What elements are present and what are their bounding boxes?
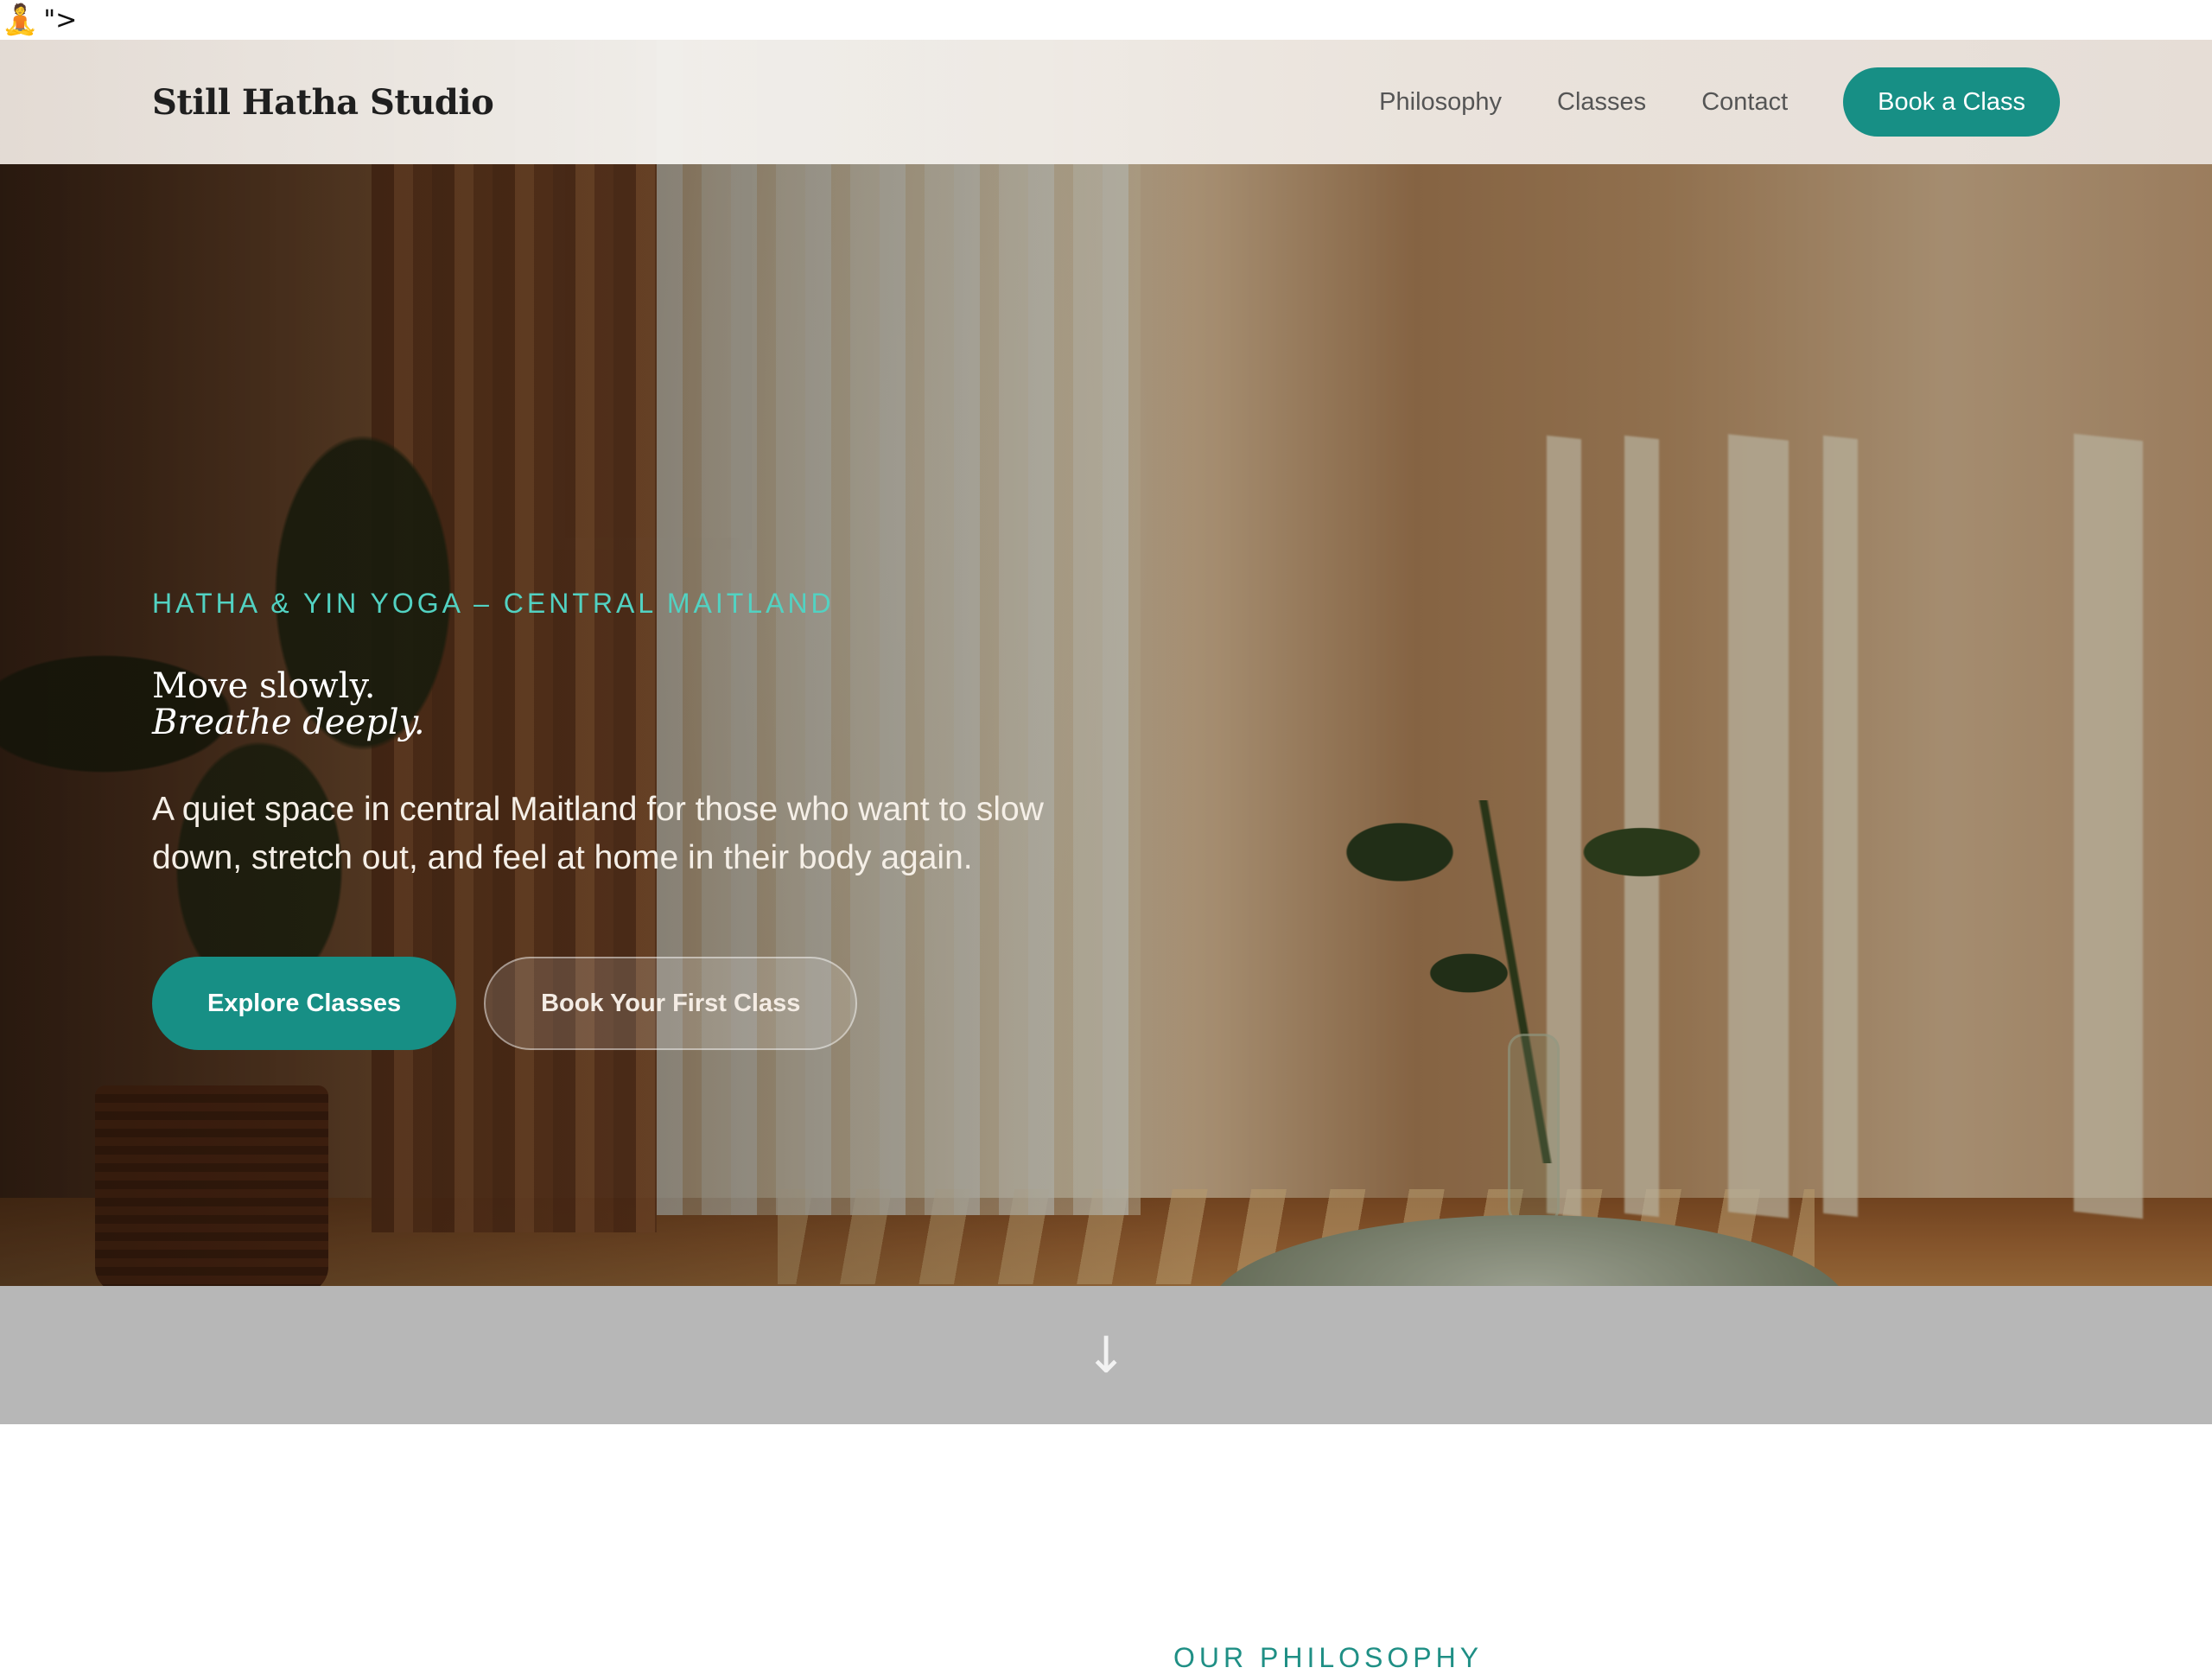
hero-title-line-1: Move slowly. xyxy=(152,666,376,706)
section-label-philosophy: Our Philosophy xyxy=(1173,1642,1484,1673)
nav-link-philosophy[interactable]: Philosophy xyxy=(1379,88,1502,117)
hero-lead: A quiet space in central Maitland for th… xyxy=(152,791,1044,876)
meditation-icon: 🧘 xyxy=(2,3,39,37)
stray-fragment: "> xyxy=(43,4,78,35)
book-first-class-button[interactable]: Book Your First Class xyxy=(484,957,858,1050)
scroll-indicator-band: ↓ xyxy=(0,1286,2212,1424)
hero-title: Move slowly. Breathe deeply. xyxy=(152,668,1068,741)
arrow-down-icon[interactable]: ↓ xyxy=(1085,1330,1128,1380)
book-a-class-button[interactable]: Book a Class xyxy=(1843,67,2060,137)
brand-logo[interactable]: Still Hatha Studio xyxy=(152,82,494,123)
main-nav: Philosophy Classes Contact Book a Class xyxy=(1379,67,2060,137)
nav-link-classes[interactable]: Classes xyxy=(1557,88,1646,117)
nav-link-contact[interactable]: Contact xyxy=(1701,88,1788,117)
explore-classes-button[interactable]: Explore Classes xyxy=(152,957,457,1050)
stray-text: 🧘 "> xyxy=(0,0,77,40)
hero-title-line-2: Breathe deeply. xyxy=(152,703,425,742)
hero-content: Hatha & Yin Yoga – Central Maitland Move… xyxy=(152,588,1068,1050)
hero-cta-group: Explore Classes Book Your First Class xyxy=(152,957,1068,1050)
hero-eyebrow: Hatha & Yin Yoga – Central Maitland xyxy=(152,588,835,619)
site-header: Still Hatha Studio Philosophy Classes Co… xyxy=(0,40,2212,164)
